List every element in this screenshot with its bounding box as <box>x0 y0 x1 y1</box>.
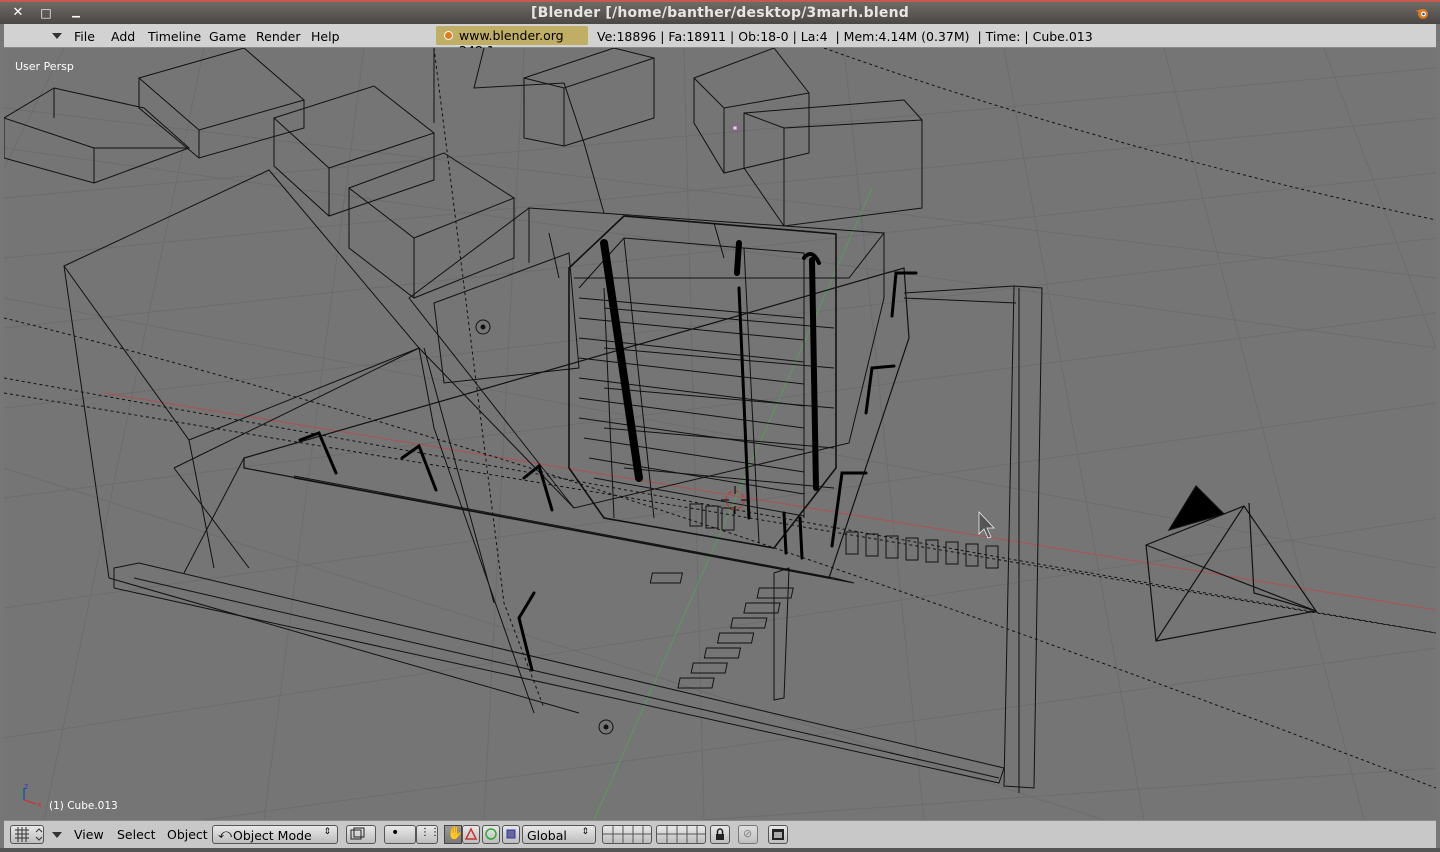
object-menu[interactable]: Object <box>167 827 208 842</box>
street-lamps <box>298 271 918 672</box>
3d-view-header: View Select Object ⤺ Object Mode ⇕ • ⋮⋮ … <box>4 820 1436 848</box>
layer-toggle[interactable]: ⋮⋮ <box>416 825 440 844</box>
camera-object <box>1145 485 1318 642</box>
editor-type-selector[interactable] <box>10 825 44 844</box>
collapse-arrow-icon[interactable] <box>52 832 62 838</box>
layers-icon <box>657 826 705 843</box>
scene-stats: Ve:18896 | Fa:18911 | Ob:18-0 | La:4 | M… <box>597 29 1093 44</box>
no-entry-icon: ⊘ <box>743 827 753 840</box>
object-mode-icon: ⤺ <box>218 827 232 842</box>
stair-steps <box>649 572 794 689</box>
chevron-updown-icon: ⇕ <box>581 827 589 837</box>
grid-editor-icon <box>15 827 43 842</box>
y-axis-line <box>593 187 873 820</box>
menu-add[interactable]: Add <box>111 29 135 44</box>
3d-viewport[interactable]: z x User Persp (1) Cube.013 <box>4 48 1436 820</box>
render-icon <box>772 829 784 840</box>
window-title: [Blender [/home/banther/desktop/3marh.bl… <box>530 5 909 21</box>
translate-manipulator[interactable] <box>462 825 480 844</box>
hand-icon: ✋ <box>447 826 464 841</box>
blender-site-badge[interactable]: www.blender.org 248.1 <box>436 26 588 58</box>
pivot-icon: • <box>391 825 400 841</box>
lock-icon <box>716 828 724 840</box>
orientation-selector[interactable]: Global ⇕ <box>522 825 596 844</box>
pivot-selector[interactable]: • <box>384 825 416 844</box>
dots-icon: ⋮⋮ <box>420 827 440 838</box>
layers-icon <box>603 826 651 843</box>
mouse-pointer-icon <box>978 510 995 539</box>
lock-layers-button[interactable] <box>710 825 730 844</box>
x-axis-line <box>103 392 1436 611</box>
menu-help[interactable]: Help <box>311 29 340 44</box>
select-menu[interactable]: Select <box>117 827 156 842</box>
render-preview-button[interactable] <box>768 825 788 844</box>
mode-selector[interactable]: ⤺ Object Mode ⇕ <box>212 825 338 844</box>
window-titlebar: ✕ □ ▁ [Blender [/home/banther/desktop/3m… <box>0 0 1440 24</box>
mode-label: Object Mode <box>233 828 312 843</box>
chevron-updown-icon: ⇕ <box>323 827 331 837</box>
viewport-scene: z x <box>4 48 1436 820</box>
scale-icon <box>506 829 516 839</box>
layer-buttons-right[interactable] <box>656 825 706 844</box>
blender-logo-icon <box>444 31 453 40</box>
rotate-manipulator[interactable] <box>482 825 500 844</box>
view-menu[interactable]: View <box>74 827 104 842</box>
blender-window: ✕ □ ▁ [Blender [/home/banther/desktop/3m… <box>0 0 1440 852</box>
menu-render[interactable]: Render <box>256 29 301 44</box>
floor-grid <box>4 48 1436 820</box>
menu-timeline[interactable]: Timeline <box>148 29 201 44</box>
axis-gizmo: z x <box>21 782 42 809</box>
blender-logo-icon <box>1415 9 1428 19</box>
manipulator-toggle[interactable]: ✋ <box>444 825 464 844</box>
view-name-label: User Persp <box>15 60 74 73</box>
info-header: File Add Timeline Game Render Help www.b… <box>4 24 1436 58</box>
draw-type-selector[interactable] <box>346 825 376 844</box>
svg-text:x: x <box>37 800 42 809</box>
window-bottom-edge <box>0 848 1440 852</box>
collapse-arrow-icon[interactable] <box>52 33 62 39</box>
rotate-icon <box>485 828 497 840</box>
menu-game[interactable]: Game <box>209 29 246 44</box>
scale-manipulator[interactable] <box>502 825 520 844</box>
layer-buttons-left[interactable] <box>602 825 652 844</box>
wire-buildings <box>4 48 1043 793</box>
menu-file[interactable]: File <box>74 29 95 44</box>
active-object-label: (1) Cube.013 <box>49 800 118 812</box>
orientation-label: Global <box>527 828 567 843</box>
translate-icon <box>464 827 478 840</box>
opengl-render-button[interactable]: ⊘ <box>738 825 758 844</box>
draw-type-icon <box>350 827 365 840</box>
svg-text:z: z <box>24 782 28 791</box>
